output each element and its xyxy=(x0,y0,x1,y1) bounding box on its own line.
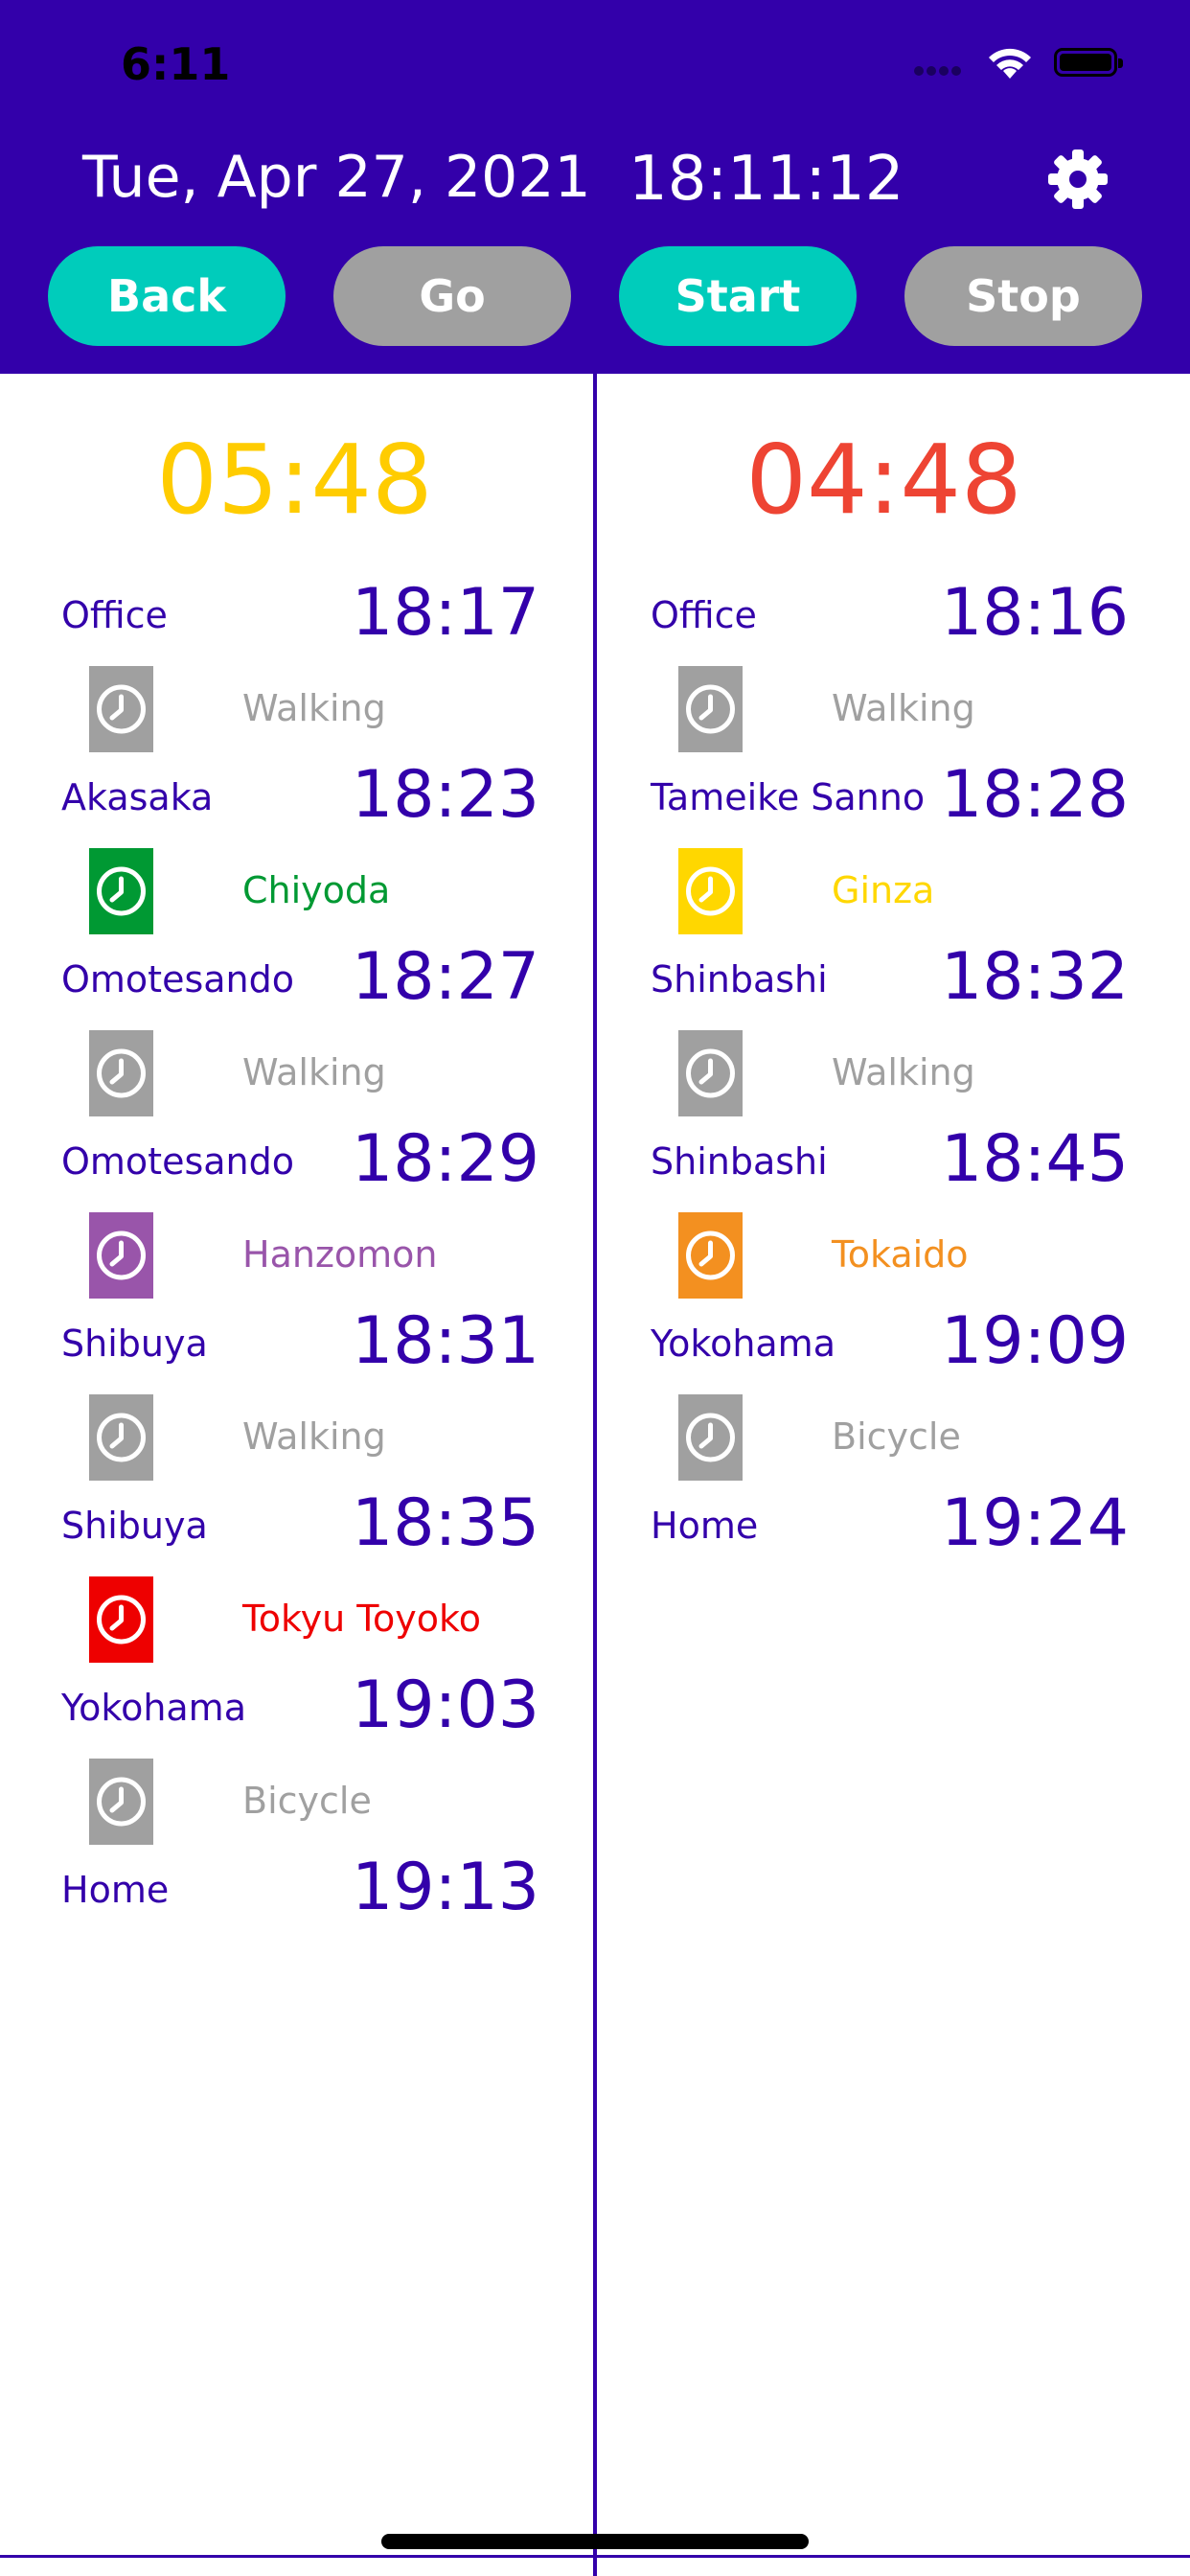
back-button[interactable]: Back xyxy=(48,246,286,346)
transit-leg-row: Walking xyxy=(0,1030,589,1116)
battery-icon xyxy=(1054,48,1123,77)
countdown-timer: 05:48 xyxy=(156,424,433,536)
stop-row: Yokohama 19:03 xyxy=(0,1668,589,1754)
stop-name: Yokohama xyxy=(61,1687,246,1729)
transit-leg-label: Ginza xyxy=(832,869,935,911)
stop-time: 19:09 xyxy=(941,1303,1129,1379)
transit-leg-row: Tokaido xyxy=(589,1212,1179,1299)
stop-row: Shinbashi 18:45 xyxy=(589,1121,1179,1208)
transit-leg-row: Bicycle xyxy=(589,1394,1179,1481)
stop-row: Tameike Sanno 18:28 xyxy=(589,757,1179,843)
stop-name: Office xyxy=(651,594,757,636)
stop-time: 19:13 xyxy=(352,1850,539,1925)
stop-time: 18:27 xyxy=(352,939,539,1015)
transit-leg-row: Walking xyxy=(0,666,589,752)
transit-leg-row: Chiyoda xyxy=(0,848,589,934)
clock-icon xyxy=(89,666,153,752)
transit-leg-row: Ginza xyxy=(589,848,1179,934)
stop-time: 18:31 xyxy=(352,1303,539,1379)
transit-leg-label: Walking xyxy=(832,687,975,729)
stop-time: 18:16 xyxy=(941,575,1129,651)
stop-row: Office 18:17 xyxy=(0,575,589,661)
stop-row: Yokohama 19:09 xyxy=(589,1303,1179,1390)
wifi-icon xyxy=(989,48,1031,79)
stop-time: 19:03 xyxy=(352,1668,539,1743)
stop-row: Home 19:24 xyxy=(589,1485,1179,1572)
clock-icon xyxy=(678,1030,743,1116)
stop-row: Shibuya 18:35 xyxy=(0,1485,589,1572)
stop-time: 18:23 xyxy=(352,757,539,833)
go-button[interactable]: Go xyxy=(333,246,571,346)
transit-leg-row: Tokyu Toyoko xyxy=(0,1576,589,1663)
stop-time: 18:35 xyxy=(352,1485,539,1561)
clock-icon xyxy=(89,1212,153,1299)
stop-row: Omotesando 18:29 xyxy=(0,1121,589,1208)
stop-name: Home xyxy=(651,1505,759,1547)
stop-button[interactable]: Stop xyxy=(904,246,1142,346)
transit-leg-label: Bicycle xyxy=(832,1415,961,1458)
stop-row: Akasaka 18:23 xyxy=(0,757,589,843)
stop-name: Yokohama xyxy=(651,1322,835,1365)
stop-time: 19:24 xyxy=(941,1485,1129,1561)
clock-icon xyxy=(678,848,743,934)
stop-name: Omotesando xyxy=(61,1140,294,1183)
transit-leg-row: Walking xyxy=(589,666,1179,752)
stop-name: Shinbashi xyxy=(651,1140,828,1183)
current-date: Tue, Apr 27, 2021 xyxy=(82,144,591,211)
clock-icon xyxy=(89,848,153,934)
clock-icon xyxy=(89,1030,153,1116)
stop-time: 18:17 xyxy=(352,575,539,651)
transit-leg-label: Bicycle xyxy=(242,1780,372,1822)
stop-name: Tameike Sanno xyxy=(651,776,926,818)
header-bar: 6:11 Tue, Apr 27, 2021 18:11:12 Back Go … xyxy=(0,0,1190,374)
stop-time: 18:45 xyxy=(941,1121,1129,1197)
transit-leg-label: Walking xyxy=(242,1415,386,1458)
clock-icon xyxy=(678,1394,743,1481)
transit-leg-label: Walking xyxy=(242,687,386,729)
countdown-timer: 04:48 xyxy=(745,424,1022,536)
stop-row: Omotesando 18:27 xyxy=(0,939,589,1025)
transit-leg-row: Walking xyxy=(0,1394,589,1481)
stop-time: 18:29 xyxy=(352,1121,539,1197)
clock-icon xyxy=(89,1759,153,1845)
stop-name: Omotesando xyxy=(61,958,294,1000)
stop-name: Akasaka xyxy=(61,776,214,818)
gear-icon[interactable] xyxy=(1046,148,1110,211)
stop-row: Shinbashi 18:32 xyxy=(589,939,1179,1025)
cellular-signal-icon xyxy=(914,63,972,79)
status-time: 6:11 xyxy=(121,38,231,90)
stop-name: Shibuya xyxy=(61,1322,208,1365)
stop-row: Shibuya 18:31 xyxy=(0,1303,589,1390)
stop-name: Shinbashi xyxy=(651,958,828,1000)
transit-leg-label: Walking xyxy=(242,1051,386,1093)
stop-row: Home 19:13 xyxy=(0,1850,589,1936)
clock-icon xyxy=(678,1212,743,1299)
transit-leg-row: Hanzomon xyxy=(0,1212,589,1299)
stop-name: Office xyxy=(61,594,168,636)
stop-time: 18:28 xyxy=(941,757,1129,833)
current-clock: 18:11:12 xyxy=(629,144,904,215)
stop-time: 18:32 xyxy=(941,939,1129,1015)
bottom-divider xyxy=(0,2555,1190,2558)
transit-leg-row: Walking xyxy=(589,1030,1179,1116)
transit-leg-label: Walking xyxy=(832,1051,975,1093)
transit-leg-row: Bicycle xyxy=(0,1759,589,1845)
clock-icon xyxy=(678,666,743,752)
start-button[interactable]: Start xyxy=(619,246,857,346)
home-indicator[interactable] xyxy=(381,2534,809,2549)
transit-leg-label: Hanzomon xyxy=(242,1233,438,1276)
clock-icon xyxy=(89,1394,153,1481)
transit-leg-label: Chiyoda xyxy=(242,869,391,911)
stop-name: Home xyxy=(61,1869,170,1911)
transit-leg-label: Tokaido xyxy=(832,1233,969,1276)
stop-row: Office 18:16 xyxy=(589,575,1179,661)
transit-leg-label: Tokyu Toyoko xyxy=(242,1598,481,1640)
clock-icon xyxy=(89,1576,153,1663)
stop-name: Shibuya xyxy=(61,1505,208,1547)
